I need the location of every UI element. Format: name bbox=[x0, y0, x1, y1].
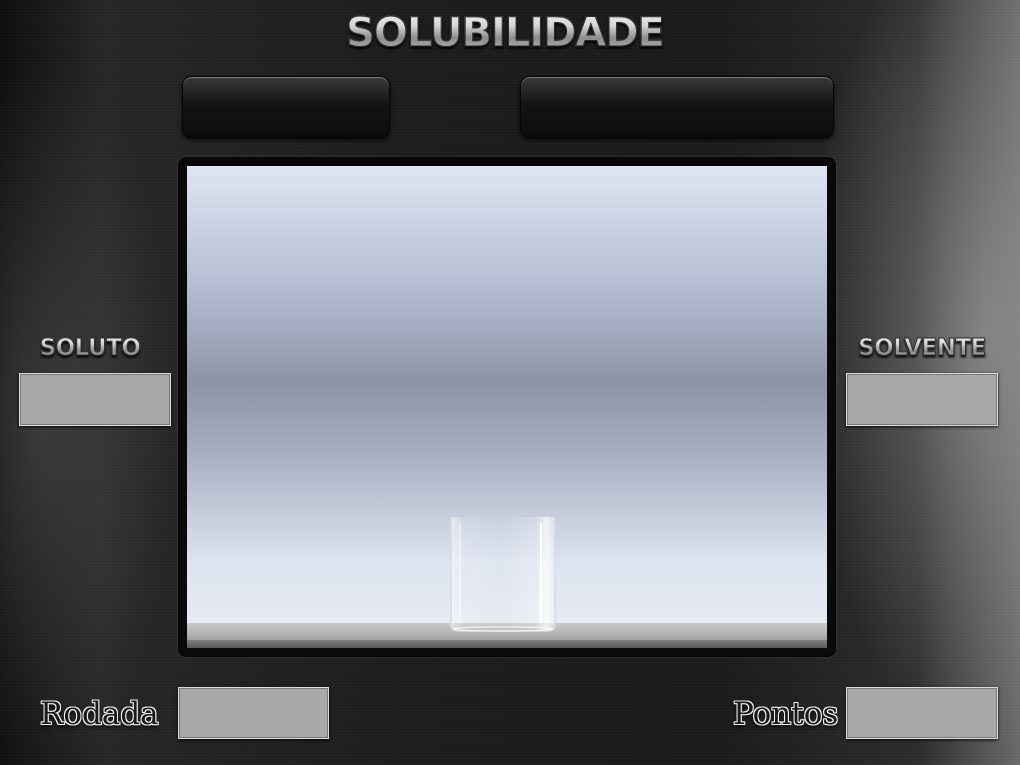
lab-stage[interactable] bbox=[187, 166, 827, 648]
beaker-icon[interactable] bbox=[448, 513, 558, 633]
soluto-label: SOLUTO bbox=[20, 333, 160, 363]
soluto-slot[interactable] bbox=[19, 373, 171, 426]
pontos-display bbox=[846, 687, 998, 739]
lab-bench-edge bbox=[187, 640, 827, 648]
right-display-panel bbox=[520, 76, 834, 138]
pontos-label: Pontos bbox=[733, 696, 839, 732]
rodada-label: Rodada bbox=[40, 696, 159, 732]
solvente-slot[interactable] bbox=[846, 373, 998, 426]
game-screen: SOLUBILIDADE SOLUTO SOLVENTE Rodada Pont… bbox=[0, 0, 1020, 765]
rodada-display bbox=[178, 687, 329, 739]
game-title: SOLUBILIDADE bbox=[300, 8, 710, 58]
solvente-label: SOLVENTE bbox=[842, 333, 1002, 363]
left-display-panel bbox=[182, 76, 390, 138]
